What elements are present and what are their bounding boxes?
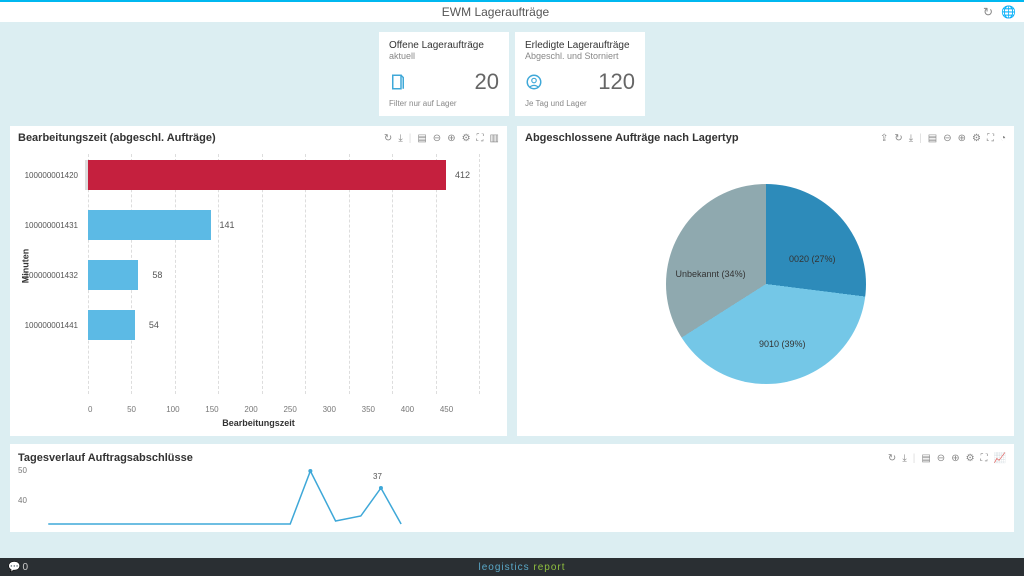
pie-slice-label: Unbekannt (34%) xyxy=(676,269,746,279)
panel-toolbar: | xyxy=(384,133,499,144)
brand-logo: leogistics report xyxy=(28,562,1016,573)
bar-row: 10000000143258 xyxy=(88,254,479,296)
kpi-value: 120 xyxy=(551,69,635,95)
settings-icon[interactable] xyxy=(462,133,471,144)
refresh-icon[interactable] xyxy=(888,453,896,464)
user-circle-icon xyxy=(525,73,543,91)
x-tick: 150 xyxy=(205,405,244,414)
bar-chart: 100000001420412 100000001431141 1000000014… xyxy=(88,154,479,394)
pie-slice-label: 0020 (27%) xyxy=(789,254,836,264)
panel-row: Bearbeitungszeit (abgeschl. Aufträge) | … xyxy=(0,126,1024,436)
bar-value-label: 141 xyxy=(219,220,234,230)
bar-row: 100000001420412 xyxy=(88,154,479,196)
kpi-footer: Filter nur auf Lager xyxy=(389,99,499,108)
bar-value-label: 58 xyxy=(152,270,162,280)
line-chart: 50 40 37 xyxy=(18,466,1006,526)
fullscreen-icon[interactable] xyxy=(981,453,988,464)
share-icon[interactable]: ⇪ xyxy=(880,133,888,144)
globe-icon[interactable] xyxy=(1001,5,1016,19)
panel-title: Bearbeitungszeit (abgeschl. Aufträge) xyxy=(18,132,384,144)
settings-icon[interactable] xyxy=(966,453,975,464)
feed-icon[interactable] xyxy=(8,562,20,573)
table-icon[interactable] xyxy=(928,133,937,144)
document-icon xyxy=(389,73,407,91)
settings-icon[interactable] xyxy=(972,133,981,144)
x-tick: 50 xyxy=(127,405,166,414)
chart-type-icon[interactable] xyxy=(1000,133,1006,144)
bar[interactable]: 58 xyxy=(88,260,138,290)
y-tick: 50 xyxy=(18,466,27,475)
app-title: EWM Lageraufträge xyxy=(8,5,983,19)
x-tick: 200 xyxy=(244,405,283,414)
kpi-title: Erledigte Lageraufträge xyxy=(525,40,635,51)
kpi-open-orders[interactable]: Offene Lageraufträge aktuell 20 Filter n… xyxy=(379,32,509,116)
zoom-in-icon[interactable] xyxy=(951,453,959,464)
point-label: 37 xyxy=(373,472,382,481)
download-icon[interactable] xyxy=(909,133,913,144)
pie-chart: 0020 (27%) 9010 (39%) Unbekannt (34%) xyxy=(666,184,866,384)
fullscreen-icon[interactable] xyxy=(987,133,994,144)
table-icon[interactable] xyxy=(417,133,426,144)
kpi-closed-orders[interactable]: Erledigte Lageraufträge Abgeschl. und St… xyxy=(515,32,645,116)
download-icon[interactable] xyxy=(398,133,402,144)
zoom-out-icon[interactable] xyxy=(937,453,945,464)
x-tick: 0 xyxy=(88,405,127,414)
header-toolbar xyxy=(983,5,1016,19)
panel-title: Tagesverlauf Auftragsabschlüsse xyxy=(18,452,888,464)
panel-storage-type: Abgeschlossene Aufträge nach Lagertyp ⇪ … xyxy=(517,126,1014,436)
kpi-row: Offene Lageraufträge aktuell 20 Filter n… xyxy=(0,22,1024,126)
y-tick: 40 xyxy=(18,496,27,505)
refresh-icon[interactable] xyxy=(983,5,993,19)
fullscreen-icon[interactable] xyxy=(477,133,484,144)
x-tick: 100 xyxy=(166,405,205,414)
chart-type-icon[interactable] xyxy=(994,453,1006,464)
x-axis-title: Bearbeitungszeit xyxy=(18,418,499,428)
table-icon[interactable] xyxy=(921,453,930,464)
panel-toolbar: ⇪ | xyxy=(880,133,1006,144)
kpi-title: Offene Lageraufträge xyxy=(389,40,499,51)
bar[interactable]: 141 xyxy=(88,210,211,240)
x-tick: 300 xyxy=(323,405,362,414)
x-tick: 450 xyxy=(440,405,479,414)
bar[interactable]: 54 xyxy=(88,310,135,340)
bar-category-label: 100000001431 xyxy=(18,221,78,230)
bar-value-label: 412 xyxy=(455,170,470,180)
panel-title: Abgeschlossene Aufträge nach Lagertyp xyxy=(525,132,880,144)
bar-category-label: 100000001420 xyxy=(18,171,78,180)
app-footer: 0 leogistics report xyxy=(0,558,1024,576)
bar[interactable]: 412 xyxy=(88,160,446,190)
kpi-value: 20 xyxy=(415,69,499,95)
download-icon[interactable] xyxy=(902,453,906,464)
bar-row: 100000001431141 xyxy=(88,204,479,246)
zoom-out-icon[interactable] xyxy=(433,133,441,144)
panel-toolbar: | xyxy=(888,453,1006,464)
kpi-footer: Je Tag und Lager xyxy=(525,99,635,108)
refresh-icon[interactable] xyxy=(894,133,902,144)
zoom-in-icon[interactable] xyxy=(958,133,966,144)
refresh-icon[interactable] xyxy=(384,133,392,144)
panel-daily-completions: Tagesverlauf Auftragsabschlüsse | 50 40 … xyxy=(10,444,1014,532)
panel-processing-time: Bearbeitungszeit (abgeschl. Aufträge) | … xyxy=(10,126,507,436)
pie-slice-label: 9010 (39%) xyxy=(759,339,806,349)
x-tick: 350 xyxy=(362,405,401,414)
bar-row: 10000000144154 xyxy=(88,304,479,346)
zoom-out-icon[interactable] xyxy=(943,133,951,144)
bar-category-label: 100000001432 xyxy=(18,271,78,280)
bar-value-label: 54 xyxy=(149,320,159,330)
chart-type-icon[interactable] xyxy=(490,133,499,144)
x-tick: 400 xyxy=(401,405,440,414)
kpi-subtitle: aktuell xyxy=(389,51,499,61)
bar-category-label: 100000001441 xyxy=(18,321,78,330)
kpi-subtitle: Abgeschl. und Storniert xyxy=(525,51,635,61)
x-tick: 250 xyxy=(283,405,322,414)
zoom-in-icon[interactable] xyxy=(447,133,455,144)
app-header: EWM Lageraufträge xyxy=(0,0,1024,22)
